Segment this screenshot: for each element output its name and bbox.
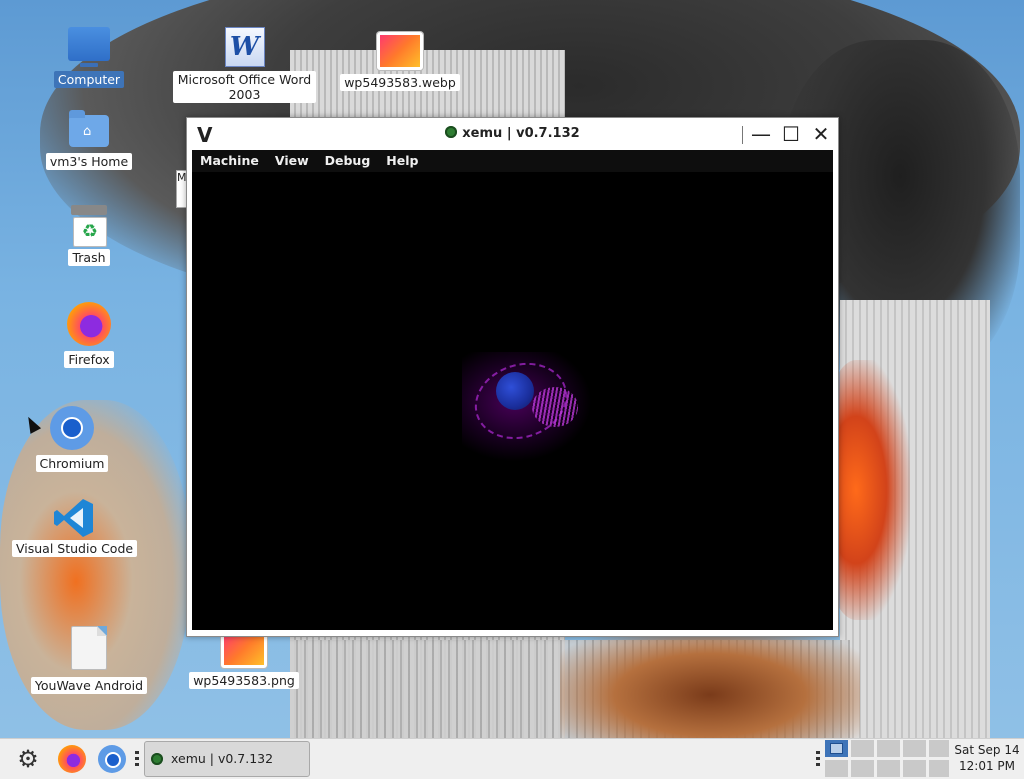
- desktop-icon-label: Computer: [53, 71, 125, 88]
- menu-view[interactable]: View: [267, 150, 317, 172]
- taskbar-grip[interactable]: [135, 751, 139, 767]
- firefox-launcher-icon[interactable]: [58, 745, 86, 773]
- workspace-pager: [824, 739, 952, 779]
- chromium-icon: [50, 406, 94, 450]
- start-menu-icon[interactable]: ⚙: [14, 745, 42, 773]
- taskbar-task-label: xemu | v0.7.132: [171, 751, 274, 766]
- desktop-icon-trash[interactable]: ♻ Trash: [50, 205, 128, 266]
- desktop-icon-label: Firefox: [64, 351, 114, 368]
- workspace-5[interactable]: [928, 739, 950, 758]
- workspace-4[interactable]: [902, 739, 927, 758]
- trash-icon: ♻: [71, 205, 107, 247]
- taskbar-grip-right[interactable]: [816, 751, 820, 767]
- wallpaper-debris: [560, 630, 860, 738]
- workspace-7[interactable]: [850, 759, 875, 778]
- maximize-button[interactable]: ☐: [779, 122, 803, 146]
- xemu-task-icon: [151, 753, 163, 765]
- desktop-icon-label: Chromium: [35, 455, 109, 472]
- xemu-status-icon: [445, 126, 458, 138]
- desktop-icon-label: Visual Studio Code: [12, 540, 138, 557]
- menu-machine[interactable]: Machine: [192, 150, 267, 172]
- home-folder-icon: ⌂: [69, 110, 109, 147]
- workspace-3[interactable]: [876, 739, 901, 758]
- image-file-icon: [377, 32, 423, 70]
- boot-animation-orb: [496, 372, 534, 410]
- desktop-icon-word[interactable]: W Microsoft Office Word 2003: [172, 27, 317, 103]
- document-icon: [71, 626, 107, 670]
- desktop-icon-label: vm3's Home: [45, 153, 133, 170]
- firefox-icon: [67, 302, 111, 346]
- minimize-button[interactable]: —: [749, 122, 773, 146]
- desktop-icon-label: Trash: [68, 249, 110, 266]
- menu-help[interactable]: Help: [378, 150, 426, 172]
- workspace-9[interactable]: [902, 759, 927, 778]
- menu-bar: Machine View Debug Help: [192, 150, 833, 172]
- word-document-icon: W: [224, 27, 265, 67]
- workspace-2[interactable]: [850, 739, 875, 758]
- titlebar-separator: [742, 126, 743, 144]
- desktop-icon-label: wp5493583.webp: [340, 74, 460, 91]
- window-title: xemu | v0.7.132: [187, 126, 838, 141]
- taskbar: ⚙ xemu | v0.7.132 Sat Sep 14 12:01 PM: [0, 738, 1024, 779]
- workspace-1[interactable]: [824, 739, 849, 758]
- window-titlebar[interactable]: V xemu | v0.7.132 — ☐ ✕: [187, 118, 838, 150]
- desktop-icon-label: YouWave Android: [30, 677, 148, 694]
- desktop-icon-label: Microsoft Office Word 2003: [173, 71, 316, 103]
- emulator-viewport[interactable]: [192, 172, 833, 630]
- desktop-icon-youwave[interactable]: YouWave Android: [30, 626, 148, 694]
- workspace-8[interactable]: [876, 759, 901, 778]
- desktop-icon-home[interactable]: ⌂ vm3's Home: [44, 110, 134, 170]
- taskbar-clock[interactable]: Sat Sep 14 12:01 PM: [954, 742, 1020, 774]
- desktop-icon-computer[interactable]: Computer: [50, 27, 128, 88]
- chromium-launcher-icon[interactable]: [98, 745, 126, 773]
- desktop-icon-vscode[interactable]: Visual Studio Code: [12, 496, 138, 557]
- boot-animation-mesh: [532, 387, 578, 427]
- workspace-6[interactable]: [824, 759, 849, 778]
- workspace-10[interactable]: [928, 759, 950, 778]
- desktop-icon-label: wp5493583.png: [189, 672, 299, 689]
- taskbar-task-xemu[interactable]: xemu | v0.7.132: [144, 741, 310, 777]
- desktop-icon-chromium[interactable]: Chromium: [32, 406, 112, 472]
- window-title-text: xemu | v0.7.132: [462, 126, 580, 141]
- desktop-icon-png[interactable]: wp5493583.png: [186, 630, 302, 689]
- clock-date: Sat Sep 14: [954, 743, 1020, 757]
- close-button[interactable]: ✕: [809, 122, 833, 146]
- menu-debug[interactable]: Debug: [317, 150, 379, 172]
- vscode-icon: [52, 496, 96, 540]
- clock-time: 12:01 PM: [959, 759, 1015, 773]
- desktop-icon-firefox[interactable]: Firefox: [50, 302, 128, 368]
- desktop-icon-webp[interactable]: wp5493583.webp: [340, 32, 460, 91]
- xemu-window[interactable]: V xemu | v0.7.132 — ☐ ✕ Machine View Debug…: [186, 117, 839, 637]
- computer-icon: [68, 27, 110, 67]
